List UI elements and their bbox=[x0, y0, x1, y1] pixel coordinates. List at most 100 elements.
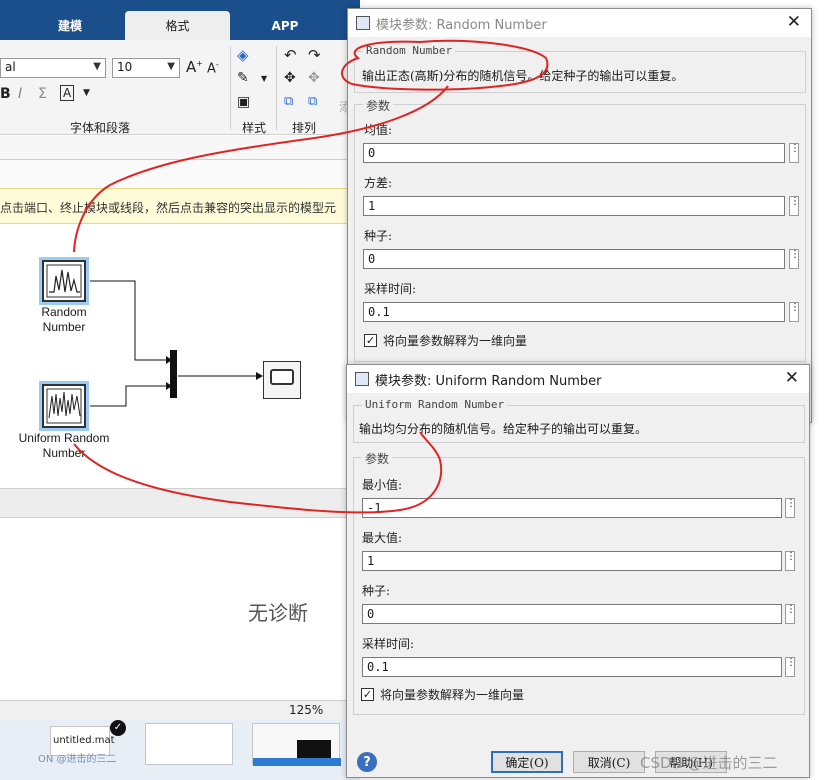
fill-color-icon[interactable]: ◈ bbox=[237, 46, 249, 64]
group-divider bbox=[230, 46, 231, 130]
block-description: 输出均匀分布的随机信号。给定种子的输出可以重复。 bbox=[359, 422, 648, 436]
flip-block-icon[interactable]: ✥ bbox=[308, 70, 320, 86]
close-icon[interactable]: ✕ bbox=[787, 12, 801, 32]
sample-time-field[interactable]: 0.1 bbox=[363, 302, 785, 322]
breadcrumb-bar bbox=[0, 136, 360, 160]
seed-field[interactable]: 0 bbox=[362, 604, 782, 624]
description-group: Random Number 输出正态(高斯)分布的随机信号。给定种子的输出可以重… bbox=[354, 44, 806, 93]
dialog-title-bar: 模块参数: Random Number ✕ bbox=[348, 9, 811, 37]
uniform-wave-icon bbox=[46, 388, 82, 424]
ok-button[interactable]: 确定(O) bbox=[491, 751, 563, 773]
maximum-field[interactable]: 1 bbox=[362, 551, 782, 571]
param-label-variance: 方差: bbox=[364, 176, 393, 190]
param-menu-icon[interactable]: ⋮ bbox=[789, 249, 800, 269]
random-number-block[interactable] bbox=[42, 260, 86, 302]
grow-font-icon[interactable]: A+ bbox=[186, 58, 203, 76]
parameters-group: 参数 均值: 0 ⋮ 方差: 1 ⋮ 种子: 0 ⋮ 采样时间: 0.1 ⋮ ✓… bbox=[354, 97, 806, 362]
block-label-line: Random bbox=[41, 305, 87, 319]
cancel-button[interactable]: 取消(C) bbox=[573, 751, 645, 773]
variance-field[interactable]: 1 bbox=[363, 196, 785, 216]
italic-icon[interactable]: I bbox=[18, 86, 22, 102]
zoom-level[interactable]: 125% bbox=[289, 703, 323, 717]
block-description: 输出正态(高斯)分布的随机信号。给定种子的输出可以重复。 bbox=[362, 69, 684, 83]
rotate-right-icon[interactable]: ↷ bbox=[308, 46, 321, 64]
model-canvas[interactable]: Random Number Uniform Random Number bbox=[0, 224, 360, 488]
thumb-preview-bar bbox=[253, 758, 341, 766]
chevron-down-icon[interactable]: ▼ bbox=[83, 88, 90, 98]
param-label-seed: 种子: bbox=[364, 229, 393, 243]
block-parameters-icon bbox=[356, 16, 370, 30]
group-label-font: 字体和段落 bbox=[70, 121, 131, 135]
toolbar-strip bbox=[0, 160, 360, 188]
flip-icon[interactable]: ✥ bbox=[284, 70, 296, 86]
block-label-line: Number bbox=[42, 446, 86, 460]
shrink-font-icon[interactable]: A- bbox=[207, 60, 219, 76]
bring-forward-icon[interactable]: ⧉ bbox=[284, 94, 293, 109]
scope-screen-icon bbox=[270, 369, 294, 385]
rotate-left-icon[interactable]: ↶ bbox=[284, 46, 297, 64]
chevron-down-icon[interactable]: ▼ bbox=[261, 74, 267, 83]
param-menu-icon[interactable]: ⋮ bbox=[789, 302, 800, 322]
param-menu-icon[interactable]: ⋮ bbox=[785, 604, 796, 624]
param-label-sample-time: 采样时间: bbox=[364, 282, 417, 296]
taskbar-thumbnails: untitled.mat ✓ ON @进击的三二 bbox=[0, 720, 360, 780]
param-label-seed: 种子: bbox=[362, 584, 391, 598]
tab-modeling[interactable]: 建模 bbox=[40, 11, 100, 40]
shadow-icon[interactable]: ▣ bbox=[237, 94, 250, 110]
uniform-random-number-label: Uniform Random Number bbox=[8, 431, 120, 461]
seed-field[interactable]: 0 bbox=[363, 249, 785, 269]
param-label-minimum: 最小值: bbox=[362, 478, 403, 492]
dialog-uniform-random-number: 模块参数: Uniform Random Number ✕ Uniform Ra… bbox=[346, 364, 810, 778]
group-divider bbox=[276, 46, 277, 130]
font-name-combo[interactable]: al ▼ bbox=[0, 58, 106, 78]
mux-block[interactable] bbox=[170, 350, 177, 398]
parameters-legend: 参数 bbox=[363, 97, 394, 114]
uniform-random-number-block[interactable] bbox=[42, 384, 86, 428]
connection-hint-banner: 点击端口、终止模块或线段，然后点击兼容的突出显示的模型元 bbox=[0, 188, 360, 224]
send-backward-icon[interactable]: ⧉ bbox=[308, 94, 317, 109]
param-label-sample-time: 采样时间: bbox=[362, 637, 415, 651]
font-name-value: al bbox=[5, 60, 16, 74]
line-color-icon[interactable]: ✎ bbox=[237, 70, 249, 86]
scope-block[interactable] bbox=[263, 361, 301, 399]
taskbar-thumb-2[interactable] bbox=[145, 723, 233, 765]
param-menu-icon[interactable]: ⋮ bbox=[785, 657, 796, 677]
taskbar-thumb-3[interactable] bbox=[252, 723, 341, 766]
param-menu-icon[interactable]: ⋮ bbox=[785, 498, 796, 518]
param-menu-icon[interactable]: ⋮ bbox=[785, 551, 796, 571]
interpret-vector-checkbox[interactable]: ✓ bbox=[361, 688, 374, 701]
font-size-value: 10 bbox=[117, 60, 133, 74]
chevron-down-icon: ▼ bbox=[93, 61, 101, 72]
thumb-sub-label: ON @进击的三二 bbox=[38, 754, 117, 765]
tab-format[interactable]: 格式 bbox=[125, 11, 230, 40]
tab-app[interactable]: APP bbox=[255, 11, 315, 40]
sample-time-field[interactable]: 0.1 bbox=[362, 657, 782, 677]
param-menu-icon[interactable]: ⋮ bbox=[789, 196, 800, 216]
block-parameters-icon bbox=[355, 372, 369, 386]
parameters-group: 参数 最小值: -1 ⋮ 最大值: 1 ⋮ 种子: 0 ⋮ 采样时间: 0.1 … bbox=[353, 450, 805, 715]
sum-icon[interactable]: Σ bbox=[38, 86, 47, 102]
interpret-vector-checkbox[interactable]: ✓ bbox=[364, 334, 377, 347]
canvas-scroll-area bbox=[0, 488, 360, 518]
watermark-text: CSDN @进击的三二 bbox=[640, 754, 778, 772]
mean-field[interactable]: 0 bbox=[363, 143, 785, 163]
dialog-title: 模块参数: Random Number bbox=[376, 17, 547, 33]
ribbon-tab-bar: 建模 格式 APP bbox=[0, 0, 360, 40]
block-type-legend: Random Number bbox=[363, 44, 456, 57]
text-highlight-icon[interactable]: A bbox=[60, 85, 75, 101]
close-icon[interactable]: ✕ bbox=[785, 368, 799, 388]
help-icon[interactable]: ? bbox=[357, 752, 377, 772]
checkbox-label: 将向量参数解释为一维向量 bbox=[383, 334, 528, 348]
param-label-mean: 均值: bbox=[364, 123, 393, 137]
diagnostics-text: 无诊断 bbox=[248, 601, 308, 625]
minimum-field[interactable]: -1 bbox=[362, 498, 782, 518]
param-menu-icon[interactable]: ⋮ bbox=[789, 143, 800, 163]
font-size-combo[interactable]: 10 ▼ bbox=[112, 58, 180, 78]
block-type-legend: Uniform Random Number bbox=[362, 398, 508, 411]
checkbox-label: 将向量参数解释为一维向量 bbox=[380, 688, 525, 702]
group-label-arrange: 排列 bbox=[292, 121, 317, 135]
chevron-down-icon: ▼ bbox=[167, 61, 175, 72]
dialog-title: 模块参数: Uniform Random Number bbox=[375, 373, 602, 389]
bold-icon[interactable]: B bbox=[0, 86, 11, 102]
dialog-random-number: 模块参数: Random Number ✕ Random Number 输出正态… bbox=[347, 8, 812, 423]
